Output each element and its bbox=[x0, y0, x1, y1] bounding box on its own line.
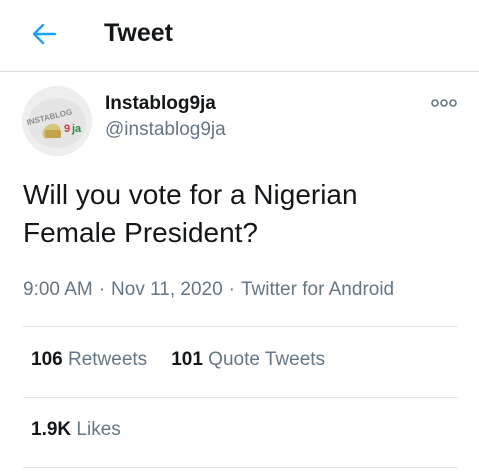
page-title: Tweet bbox=[104, 19, 173, 47]
more-options-button[interactable] bbox=[430, 96, 458, 110]
meta-separator: · bbox=[228, 279, 235, 300]
likes-stat[interactable]: 1.9K Likes bbox=[31, 417, 121, 443]
engagement-stats: 106 Retweets 101 Quote Tweets bbox=[31, 347, 325, 373]
quote-tweets-count: 101 bbox=[171, 349, 203, 370]
likes-label: Likes bbox=[76, 419, 121, 440]
retweets-stat[interactable]: 106 Retweets bbox=[31, 347, 147, 373]
author-handle[interactable]: @instablog9ja bbox=[105, 118, 226, 142]
meta-separator: · bbox=[98, 279, 106, 300]
tweet-meta: 9:00 AM · Nov 11, 2020 · Twitter for Android bbox=[23, 277, 394, 303]
svg-text:ja: ja bbox=[71, 123, 82, 135]
arrow-left-icon bbox=[32, 23, 57, 45]
tweet-date: Nov 11, 2020 bbox=[111, 279, 223, 300]
retweets-count: 106 bbox=[31, 349, 63, 370]
tweet-text: Will you vote for a Nigerian Female Pres… bbox=[23, 179, 358, 248]
quote-tweets-label: Quote Tweets bbox=[208, 349, 326, 370]
divider bbox=[23, 397, 458, 398]
more-icon bbox=[431, 99, 457, 107]
author-name[interactable]: Instablog9ja bbox=[105, 92, 216, 116]
likes-stats: 1.9K Likes bbox=[31, 417, 121, 443]
divider bbox=[23, 326, 458, 327]
tweet-source[interactable]: Twitter for Android bbox=[241, 279, 394, 300]
instablog9ja-logo: INSTABLOG 9 ja bbox=[22, 86, 92, 156]
avatar[interactable]: INSTABLOG 9 ja bbox=[22, 86, 92, 156]
likes-count: 1.9K bbox=[31, 419, 72, 440]
tweet-time: 9:00 AM bbox=[23, 279, 93, 300]
svg-text:9: 9 bbox=[64, 123, 70, 135]
quote-tweets-stat[interactable]: 101 Quote Tweets bbox=[171, 347, 325, 373]
back-button[interactable] bbox=[26, 17, 62, 51]
divider bbox=[23, 467, 458, 468]
retweets-label: Retweets bbox=[67, 349, 148, 370]
top-app-bar: Tweet bbox=[0, 0, 479, 72]
